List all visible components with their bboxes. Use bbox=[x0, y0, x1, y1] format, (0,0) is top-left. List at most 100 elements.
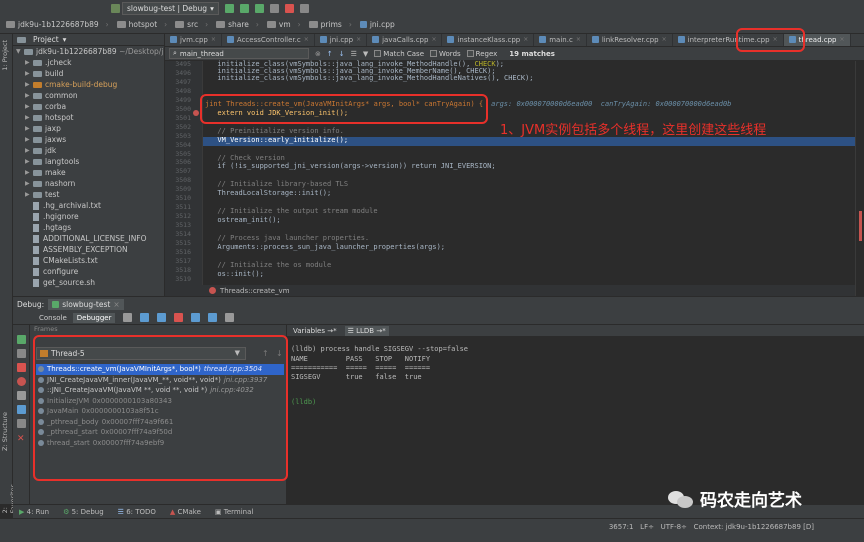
resume-icon[interactable] bbox=[17, 335, 26, 344]
crumb-share[interactable]: share › bbox=[214, 20, 265, 29]
tab-accesscontroller-c[interactable]: AccessController.c × bbox=[222, 34, 315, 46]
encoding[interactable]: UTF-8÷ bbox=[661, 523, 687, 531]
stop-icon[interactable] bbox=[17, 363, 26, 372]
crumb-file[interactable]: jni.cpp bbox=[358, 20, 401, 29]
settings-icon[interactable] bbox=[17, 405, 26, 414]
close-icon[interactable]: × bbox=[211, 36, 216, 43]
tree-item[interactable]: ▶ cmake-build-debug bbox=[13, 79, 164, 90]
code-breadcrumb[interactable]: Threads::create_vm bbox=[165, 285, 855, 296]
tab-linkresolver-cpp[interactable]: linkResolver.cpp × bbox=[587, 34, 673, 46]
tree-item[interactable]: ▶ jdk bbox=[13, 145, 164, 156]
tree-item[interactable]: ▶ langtools bbox=[13, 156, 164, 167]
close-icon[interactable]: × bbox=[523, 36, 528, 43]
pause-icon[interactable] bbox=[17, 349, 26, 358]
close-icon[interactable]: × bbox=[662, 36, 667, 43]
tab-main-c[interactable]: main.c × bbox=[534, 34, 587, 46]
debug-session-tab[interactable]: slowbug-test × bbox=[48, 298, 124, 310]
profile-icon[interactable] bbox=[269, 4, 279, 13]
tree-item[interactable]: .hgtags bbox=[13, 222, 164, 233]
tree-item[interactable]: ▶ jaxp bbox=[13, 123, 164, 134]
words-checkbox[interactable]: Words bbox=[430, 50, 461, 58]
evaluate-icon[interactable] bbox=[225, 313, 235, 322]
tab-jni-cpp[interactable]: jni.cpp × bbox=[315, 34, 368, 46]
tab-lldb[interactable]: ☰ LLDB →* bbox=[344, 325, 389, 336]
tree-item[interactable]: ▶ build bbox=[13, 68, 164, 79]
match-case-checkbox[interactable]: Match Case bbox=[374, 50, 424, 58]
tab-jvm-cpp[interactable]: jvm.cpp × bbox=[165, 34, 222, 46]
tree-root[interactable]: ▼ jdk9u-1b1226687b89 ~/Desktop/j bbox=[13, 46, 164, 57]
tree-item[interactable]: ▶ common bbox=[13, 90, 164, 101]
tree-item[interactable]: CMakeLists.txt bbox=[13, 255, 164, 266]
tree-item[interactable]: ▶ nashorn bbox=[13, 178, 164, 189]
tab-variables[interactable]: Variables →* bbox=[293, 327, 337, 335]
mute-breakpoints-icon[interactable] bbox=[17, 391, 26, 400]
step-into-icon[interactable] bbox=[157, 313, 167, 322]
tree-item[interactable]: .hg_archival.txt bbox=[13, 200, 164, 211]
editor-scrollbar[interactable] bbox=[855, 61, 864, 296]
close-icon[interactable]: × bbox=[113, 300, 119, 309]
view-breakpoints-icon[interactable] bbox=[17, 377, 26, 386]
previous-match-icon[interactable]: ↑ bbox=[327, 50, 333, 58]
tab-debug[interactable]: ⚙ 5: Debug bbox=[63, 508, 104, 516]
tab-cmake[interactable]: ▲ CMake bbox=[170, 508, 201, 516]
next-match-icon[interactable]: ↓ bbox=[339, 50, 345, 58]
tree-item[interactable]: get_source.sh bbox=[13, 277, 164, 288]
close-icon[interactable]: × bbox=[431, 36, 436, 43]
tab-terminal[interactable]: ▣ Terminal bbox=[215, 508, 253, 516]
search-input[interactable]: ⌕ main_thread bbox=[169, 48, 309, 59]
tree-item[interactable]: ▶ hotspot bbox=[13, 112, 164, 123]
tree-item[interactable]: ▶ .jcheck bbox=[13, 57, 164, 68]
debug-icon[interactable] bbox=[239, 4, 249, 13]
tool-tab-structure[interactable]: Z: Structure bbox=[1, 412, 9, 451]
run-icon[interactable] bbox=[224, 4, 234, 13]
tab-run[interactable]: ▶ 4: Run bbox=[19, 508, 49, 516]
show-execution-point-icon[interactable] bbox=[123, 313, 133, 322]
close-icon[interactable]: × bbox=[576, 36, 581, 43]
clear-icon[interactable]: ⊗ bbox=[315, 50, 321, 58]
cursor-position[interactable]: 3657:1 bbox=[609, 523, 634, 531]
crumb-vm[interactable]: vm › bbox=[265, 20, 307, 29]
context[interactable]: Context: jdk9u-1b1226687b89 [D] bbox=[694, 523, 814, 531]
tree-item[interactable]: configure bbox=[13, 266, 164, 277]
hammer-icon[interactable] bbox=[111, 4, 120, 13]
close-icon[interactable]: × bbox=[840, 36, 845, 43]
tab-instanceklass-cpp[interactable]: instanceKlass.cpp × bbox=[442, 34, 535, 46]
gutter[interactable]: 3495 3496 3497 3498 3499 3500 3501 3502 3503 3504… bbox=[165, 60, 203, 296]
coverage-icon[interactable] bbox=[254, 4, 264, 13]
find-all-icon[interactable]: ☰ bbox=[351, 50, 357, 58]
tree-item[interactable]: ▶ make bbox=[13, 167, 164, 178]
tree-item[interactable]: ▶ test bbox=[13, 189, 164, 200]
close-icon[interactable]: × bbox=[356, 36, 361, 43]
breakpoint-icon[interactable] bbox=[193, 110, 199, 116]
force-step-into-icon[interactable] bbox=[174, 313, 184, 322]
tree-item[interactable]: .hgignore bbox=[13, 211, 164, 222]
tree-item[interactable]: ▶ jaxws bbox=[13, 134, 164, 145]
tree-item-label: build bbox=[45, 69, 64, 78]
tab-console[interactable]: Console bbox=[35, 313, 71, 323]
regex-checkbox[interactable]: Regex bbox=[466, 50, 497, 58]
crumb-project[interactable]: jdk9u-1b1226687b89 › bbox=[4, 20, 115, 29]
tab-todo[interactable]: ☰ 6: TODO bbox=[118, 508, 156, 516]
tool-tab-project[interactable]: 1: Project bbox=[1, 40, 9, 71]
filter-icon[interactable]: ▼ bbox=[363, 50, 368, 58]
project-header[interactable]: Project ▾ bbox=[13, 34, 164, 46]
tab-debugger[interactable]: Debugger bbox=[72, 312, 116, 323]
lldb-prompt[interactable]: (lldb) bbox=[291, 398, 316, 406]
step-over-icon[interactable] bbox=[140, 313, 150, 322]
crumb-hotspot[interactable]: hotspot › bbox=[115, 20, 173, 29]
close-icon[interactable]: × bbox=[304, 36, 309, 43]
tree-item[interactable]: ▶ corba bbox=[13, 101, 164, 112]
line-separator[interactable]: LF÷ bbox=[640, 523, 654, 531]
run-to-cursor-icon[interactable] bbox=[208, 313, 218, 322]
close-icon[interactable]: ✕ bbox=[17, 435, 26, 444]
step-out-icon[interactable] bbox=[191, 313, 201, 322]
pin-icon[interactable] bbox=[17, 419, 26, 428]
stop-icon[interactable] bbox=[284, 4, 294, 13]
crumb-prims[interactable]: prims › bbox=[307, 20, 358, 29]
settings-icon[interactable] bbox=[299, 4, 309, 13]
tree-item[interactable]: ADDITIONAL_LICENSE_INFO bbox=[13, 233, 164, 244]
crumb-src[interactable]: src › bbox=[173, 20, 214, 29]
run-config-select[interactable]: slowbug-test | Debug ▾ bbox=[122, 2, 219, 15]
tree-item[interactable]: ASSEMBLY_EXCEPTION bbox=[13, 244, 164, 255]
tab-javacalls-cpp[interactable]: javaCalls.cpp × bbox=[367, 34, 443, 46]
